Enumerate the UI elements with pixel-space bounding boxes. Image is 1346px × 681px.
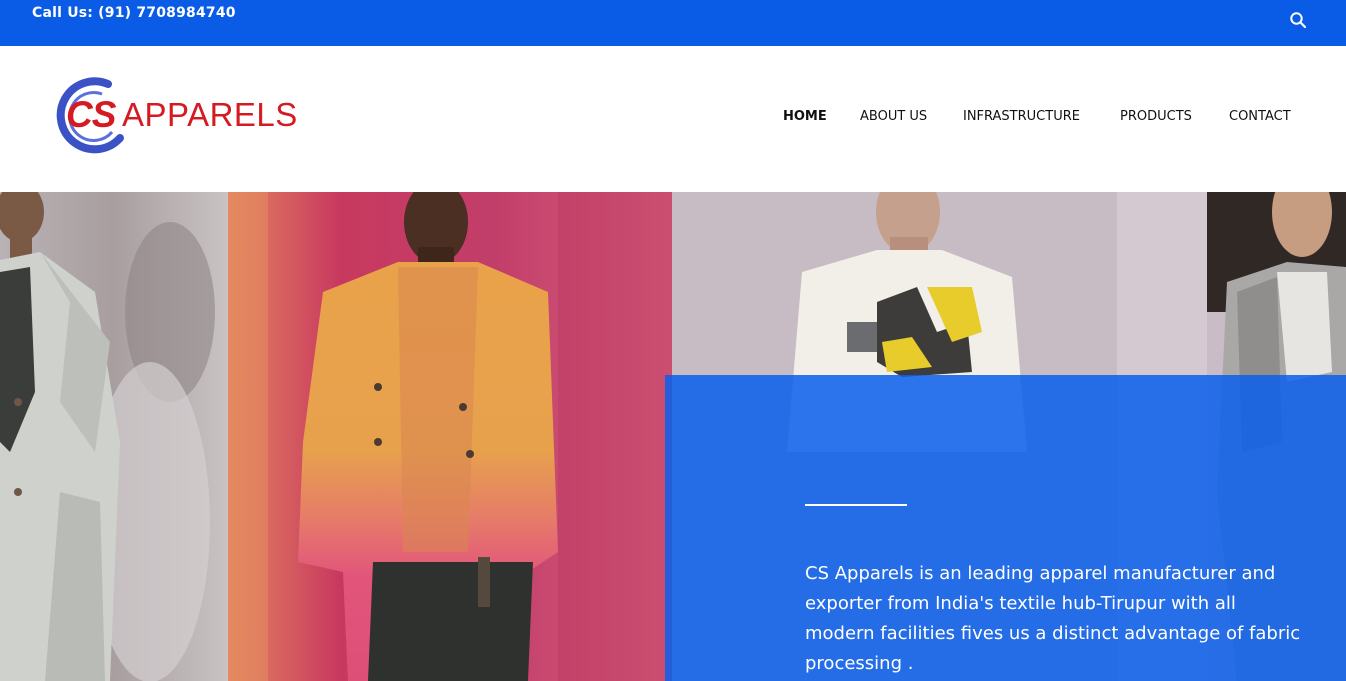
call-us-text[interactable]: Call Us: (91) 7708984740 (32, 5, 236, 21)
hero-image-orange-cardigan (228, 192, 672, 681)
accent-divider (805, 504, 907, 506)
nav-infrastructure[interactable]: INFRASTRUCTURE (963, 109, 1080, 124)
site-header: CS APPARELS HOME ABOUT US INFRASTRUCTURE… (0, 46, 1346, 192)
hero-image-grey-jacket (0, 192, 228, 681)
nav-contact[interactable]: CONTACT (1229, 109, 1291, 124)
hero-overlay-panel: CS Apparels is an leading apparel manufa… (665, 375, 1346, 681)
search-icon[interactable] (1289, 11, 1307, 29)
top-bar: Call Us: (91) 7708984740 (0, 0, 1346, 46)
nav-home[interactable]: HOME (783, 109, 827, 124)
hero-description: CS Apparels is an leading apparel manufa… (805, 563, 1301, 674)
nav-products[interactable]: PRODUCTS (1120, 109, 1192, 124)
hero-banner: CS Apparels is an leading apparel manufa… (0, 192, 1346, 681)
nav-about-us[interactable]: ABOUT US (860, 109, 927, 124)
main-navigation: HOME ABOUT US INFRASTRUCTURE PRODUCTS CO… (0, 109, 1346, 129)
